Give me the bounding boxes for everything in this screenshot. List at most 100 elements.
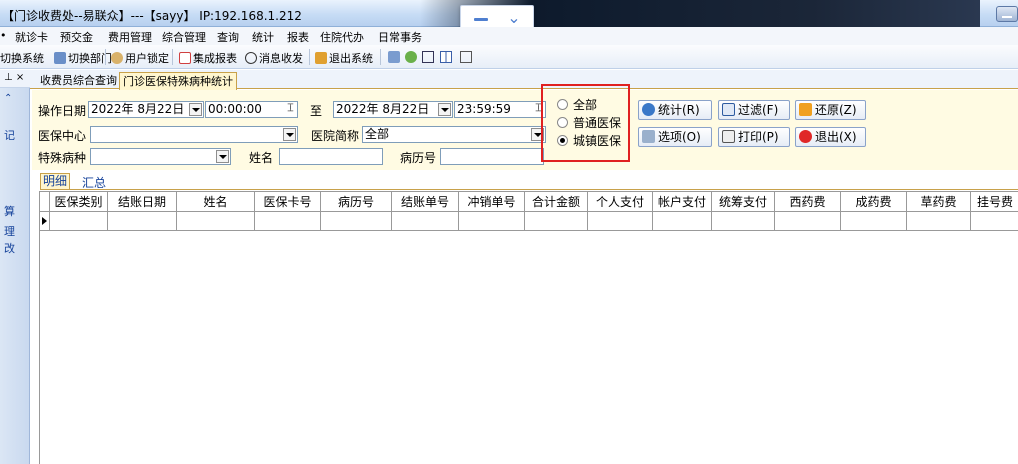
grid-cell[interactable] [255, 212, 321, 231]
column-header[interactable]: 西药费 [775, 192, 841, 212]
options-button[interactable]: 选项(O) [638, 127, 712, 147]
toolbar-separator [309, 49, 310, 65]
printer-icon [722, 130, 735, 143]
window-icon[interactable] [460, 51, 472, 63]
restore-button[interactable]: 还原(Z) [795, 100, 866, 120]
menu-item-daily[interactable]: 日常事务 [378, 29, 422, 45]
columns-icon[interactable] [440, 51, 452, 63]
dock-item[interactable]: 算 [4, 203, 15, 219]
name-label: 姓名 [249, 151, 274, 165]
print-button[interactable]: 打印(P) [718, 127, 790, 147]
grid-cell[interactable] [775, 212, 841, 231]
record-no-input[interactable] [440, 148, 544, 165]
user-lock-button[interactable]: 用户锁定 [111, 50, 169, 66]
checkbox-icon[interactable] [422, 51, 434, 63]
grid-cell[interactable] [588, 212, 653, 231]
radio-icon [557, 117, 568, 128]
filter-button-label: 过滤(F) [738, 103, 779, 117]
restore-button-label: 还原(Z) [815, 103, 857, 117]
hospital-abbr-select[interactable]: 全部 [362, 126, 546, 143]
special-disease-select[interactable] [90, 148, 231, 165]
date-from-picker[interactable]: 2022年 8月22日 [88, 101, 204, 118]
menu-item-inpatient[interactable]: 住院代办 [320, 29, 364, 45]
options-icon [642, 130, 655, 143]
date-to-picker[interactable]: 2022年 8月22日 [333, 101, 453, 118]
grid-cell[interactable] [712, 212, 775, 231]
time-from-spinner-icon[interactable]: ┬ ┴ [284, 101, 297, 117]
message-label: 消息收发 [259, 52, 303, 65]
column-header[interactable]: 姓名 [177, 192, 255, 212]
menu-item-deposit[interactable]: 预交金 [60, 29, 93, 45]
column-header[interactable]: 统筹支付 [712, 192, 775, 212]
name-input[interactable] [279, 148, 383, 165]
exit-button[interactable]: 退出(X) [795, 127, 866, 147]
column-header[interactable]: 成药费 [841, 192, 907, 212]
dock-item[interactable]: 理 [4, 223, 15, 239]
exit-system-button[interactable]: 退出系统 [315, 50, 373, 66]
grid-cell[interactable] [841, 212, 907, 231]
tools-icon[interactable] [405, 51, 417, 63]
grid-cell[interactable] [177, 212, 255, 231]
menu-item-general[interactable]: 综合管理 [162, 29, 206, 45]
menu-item-report[interactable]: 报表 [287, 29, 309, 45]
grid-cell[interactable] [321, 212, 392, 231]
minimize-button[interactable] [996, 6, 1018, 22]
tab-summary[interactable]: 汇总 [82, 174, 106, 191]
message-button[interactable]: 消息收发 [245, 50, 303, 66]
department-icon [54, 52, 66, 64]
edit-icon[interactable] [388, 51, 400, 63]
toolbar-separator [172, 49, 173, 65]
column-header[interactable]: 结账日期 [108, 192, 177, 212]
column-header[interactable]: 草药费 [907, 192, 971, 212]
dock-pin-close[interactable]: ⊥ × [4, 72, 24, 83]
grid-cell[interactable] [459, 212, 525, 231]
chevron-down-icon[interactable] [189, 103, 202, 116]
chevron-down-icon[interactable] [216, 150, 229, 163]
switch-dept-button[interactable]: 切换部门 [54, 50, 112, 66]
chevron-down-icon[interactable] [438, 103, 451, 116]
stats-button-label: 统计(R) [658, 103, 700, 117]
minimize-icon[interactable] [470, 7, 492, 29]
grid-cell[interactable] [50, 212, 108, 231]
dock-item[interactable]: 改 [4, 240, 15, 256]
radio-urban-label: 城镇医保 [573, 134, 622, 148]
chevron-down-icon[interactable] [283, 128, 296, 141]
column-header[interactable]: 医保卡号 [255, 192, 321, 212]
chevron-down-icon[interactable]: ⌄ [503, 8, 525, 28]
toolbar-separator [105, 49, 106, 65]
column-header[interactable]: 医保类别 [50, 192, 108, 212]
table-row[interactable] [40, 212, 1018, 231]
tab-detail[interactable]: 明细 [40, 173, 71, 189]
record-no-label: 病历号 [400, 151, 437, 165]
collapse-icon[interactable]: ⌃ [4, 93, 12, 104]
grid-cell[interactable] [525, 212, 588, 231]
tab-special-disease-stats[interactable]: 门诊医保特殊病种统计 [119, 72, 237, 90]
grid-cell[interactable] [108, 212, 177, 231]
grid-cell[interactable] [392, 212, 459, 231]
integrated-report-button[interactable]: 集成报表 [179, 50, 237, 66]
column-header[interactable]: 病历号 [321, 192, 392, 212]
grid-cell[interactable] [907, 212, 971, 231]
column-header[interactable]: 挂号费 [971, 192, 1018, 212]
radio-ordinary-insurance[interactable]: 普通医保 [557, 114, 621, 131]
dock-item[interactable]: 记 [4, 127, 15, 143]
column-header[interactable]: 个人支付 [588, 192, 653, 212]
menu-item-stats[interactable]: 统计 [252, 29, 274, 45]
stats-button[interactable]: 统计(R) [638, 100, 712, 120]
menu-item-card[interactable]: 就诊卡 [15, 29, 48, 45]
menu-item-fees[interactable]: 费用管理 [108, 29, 152, 45]
column-header[interactable]: 合计金额 [525, 192, 588, 212]
switch-system-button[interactable]: 切换系统 [0, 50, 44, 66]
user-lock-label: 用户锁定 [125, 52, 169, 65]
radio-all[interactable]: 全部 [557, 96, 597, 113]
tab-cashier-query[interactable]: 收费员综合查询 [37, 72, 120, 89]
radio-urban-insurance[interactable]: 城镇医保 [557, 132, 621, 149]
grid-cell[interactable] [653, 212, 712, 231]
menu-bar: • 就诊卡 预交金 费用管理 综合管理 查询 统计 报表 住院代办 日常事务 [0, 27, 1018, 45]
column-header[interactable]: 帐户支付 [653, 192, 712, 212]
column-header[interactable]: 冲销单号 [459, 192, 525, 212]
column-header[interactable]: 结账单号 [392, 192, 459, 212]
menu-item-query[interactable]: 查询 [217, 29, 239, 45]
filter-button[interactable]: 过滤(F) [718, 100, 790, 120]
insurance-center-select[interactable] [90, 126, 298, 143]
